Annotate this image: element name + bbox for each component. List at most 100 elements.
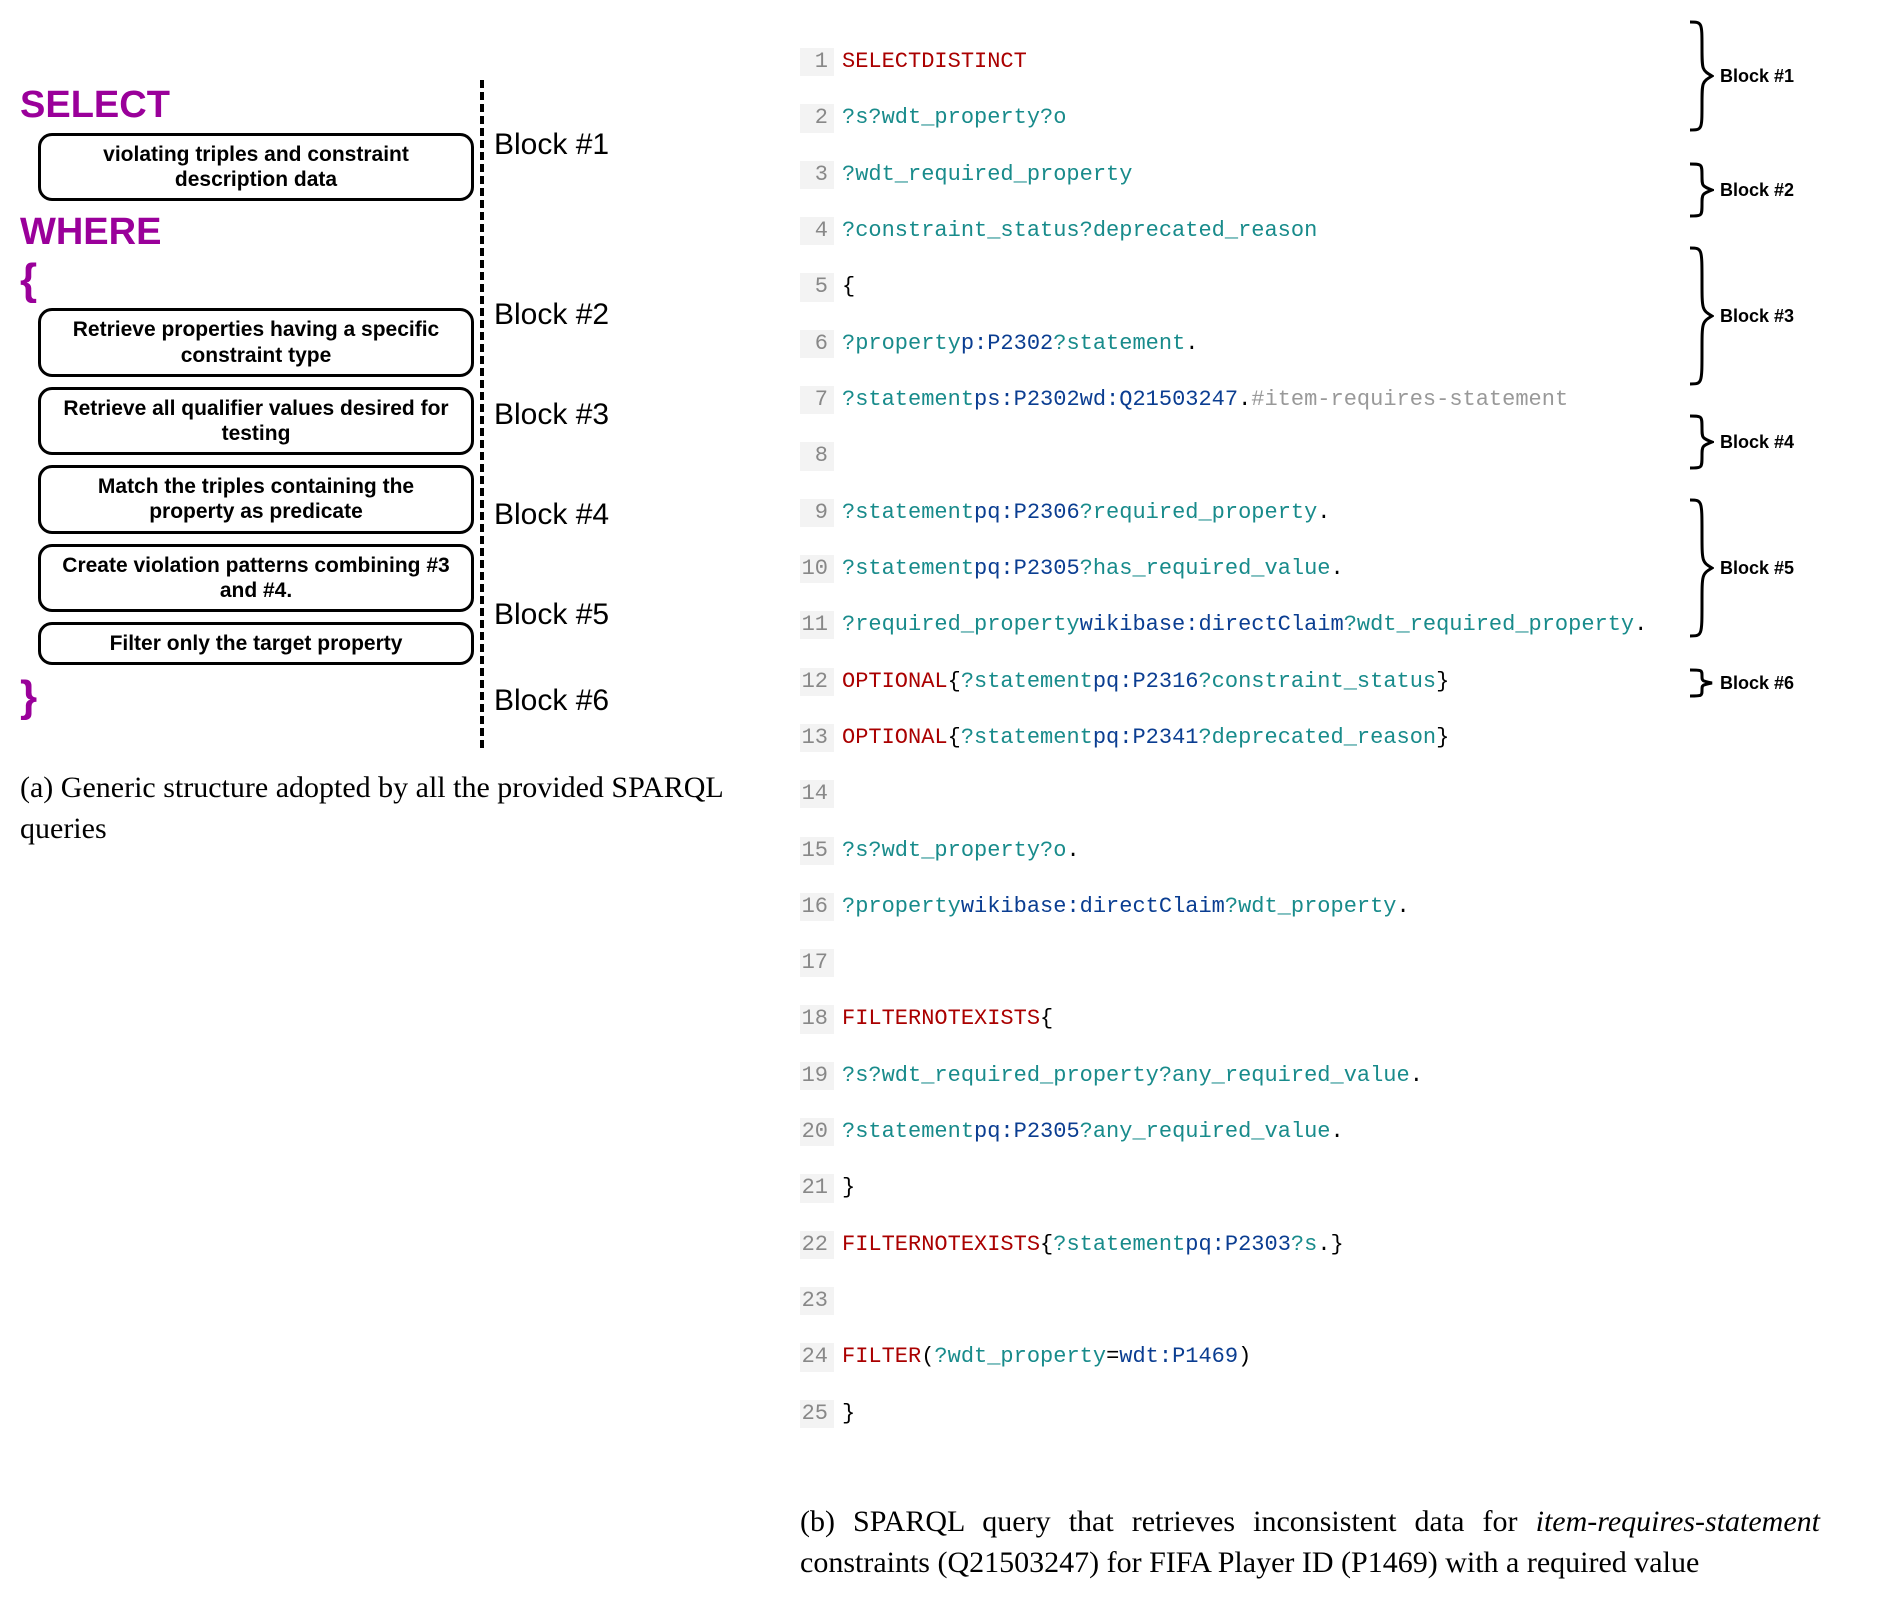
code-line: 23 [800,1287,1680,1315]
tok: #item-requires-statement [1251,386,1568,414]
tok: ?statement [1053,1231,1185,1259]
code-line: 21 } [800,1174,1680,1202]
curly-block-4: Block #4 [1688,414,1794,470]
tok: } [842,1174,855,1202]
caption-b-italic: item-requires-statement [1536,1505,1820,1538]
tok: wd:Q21503247 [1080,386,1238,414]
tok: pq:P2303 [1185,1231,1291,1259]
block-label-2: Block #2 [494,298,740,332]
tok: { [948,724,961,752]
tok: FILTER [842,1005,921,1033]
sparql-code-block: 1SELECT DISTINCT 2?s ?wdt_property ?o 3?… [800,20,1680,1484]
curly-brace-icon [1688,20,1714,132]
tok: . [1066,837,1079,865]
tok: FILTER [842,1231,921,1259]
tok: . [1331,555,1344,583]
code-line: 10 ?statement pq:P2305 ?has_required_val… [800,555,1680,583]
tok: ?wdt_required_property [868,1062,1158,1090]
code-line: 17 [800,949,1680,977]
line-number: 11 [800,611,834,639]
tok: ?o [1040,837,1066,865]
curly-block-5: Block #5 [1688,498,1794,638]
curly-block-6: Block #6 [1688,668,1794,698]
code-line: 11 ?required_property wikibase:directCla… [800,611,1680,639]
curly-label: Block #4 [1714,432,1794,453]
tok: ?deprecated_reason [1080,217,1318,245]
query-structure-left-col: SELECT violating triples and constraint … [20,80,480,748]
curly-block-3: Block #3 [1688,246,1794,386]
line-number: 1 [800,48,834,76]
code-line: 12 OPTIONAL {?statement pq:P2316 ?constr… [800,668,1680,696]
tok: . [1634,611,1647,639]
line-number: 19 [800,1062,834,1090]
tok: ?statement [842,499,974,527]
tok: . [1410,1062,1423,1090]
code-line: 24 FILTER (?wdt_property = wdt:P1469) [800,1343,1680,1371]
tok: ( [921,1343,934,1371]
tok: DISTINCT [921,48,1027,76]
curly-label: Block #3 [1714,306,1794,327]
curly-block-1: Block #1 [1688,20,1794,132]
tok: ?wdt_property [868,104,1040,132]
block-label-1: Block #1 [494,128,740,162]
tok: NOT [921,1231,961,1259]
curly-label: Block #2 [1714,180,1794,201]
tok: OPTIONAL [842,724,948,752]
block-braces-column: Block #1 Block #2 Block #3 Block #4 Bloc… [1688,20,1838,1484]
tok: pq:P2305 [974,555,1080,583]
tok: = [1106,1343,1119,1371]
open-brace: { [20,258,480,302]
tok: { [948,668,961,696]
tok: . [1317,1231,1330,1259]
tok: ?wdt_required_property [842,161,1132,189]
code-line: 9 ?statement pq:P2306 ?required_property… [800,499,1680,527]
block-label-5: Block #5 [494,598,740,632]
close-brace: } [20,675,480,719]
code-with-braces: 1SELECT DISTINCT 2?s ?wdt_property ?o 3?… [800,20,1870,1484]
panel-b: 1SELECT DISTINCT 2?s ?wdt_property ?o 3?… [800,20,1870,1583]
line-number: 16 [800,893,834,921]
tok: } [1436,724,1449,752]
tok: SELECT [842,48,921,76]
caption-b: (b) SPARQL query that retrieves inconsis… [800,1502,1820,1583]
tok: ?statement [842,386,974,414]
code-line: 4?constraint_status ?deprecated_reason [800,217,1680,245]
tok: EXISTS [961,1005,1040,1033]
tok: ?wdt_required_property [1344,611,1634,639]
code-line: 5{ [800,273,1680,301]
line-number: 13 [800,724,834,752]
code-line: 20 ?statement pq:P2305 ?any_required_val… [800,1118,1680,1146]
select-keyword: SELECT [20,84,480,127]
figure-container: SELECT violating triples and constraint … [20,20,1870,1583]
curly-brace-icon [1688,414,1714,470]
tok: pq:P2306 [974,499,1080,527]
line-number: 3 [800,161,834,189]
line-number: 15 [800,837,834,865]
code-line: 1 SELECT DISTINCT [800,48,1680,76]
tok: wdt:P1469 [1119,1343,1238,1371]
tok: ps:P2302 [974,386,1080,414]
tok: { [1040,1231,1053,1259]
block-box-6: Filter only the target property [38,622,474,665]
tok: EXISTS [961,1231,1040,1259]
line-number: 17 [800,949,834,977]
tok: ?statement [1053,330,1185,358]
tok: ?wdt_property [868,837,1040,865]
caption-b-pre: (b) SPARQL query that retrieves inconsis… [800,1505,1536,1538]
tok: ?constraint_status [1198,668,1436,696]
tok: ?wdt_property [1225,893,1397,921]
where-keyword: WHERE [20,211,480,254]
block-label-4: Block #4 [494,498,740,532]
line-number: 23 [800,1287,834,1315]
tok: p:P2302 [961,330,1053,358]
block-box-5: Create violation patterns combining #3 a… [38,544,474,612]
block-box-3: Retrieve all qualifier values desired fo… [38,387,474,455]
curly-block-2: Block #2 [1688,162,1794,218]
tok: } [1331,1231,1344,1259]
tok: . [1331,1118,1344,1146]
line-number: 9 [800,499,834,527]
tok: ?wdt_property [934,1343,1106,1371]
query-structure-diagram: SELECT violating triples and constraint … [20,80,740,748]
block-label-6: Block #6 [494,684,740,718]
tok: ?statement [961,668,1093,696]
